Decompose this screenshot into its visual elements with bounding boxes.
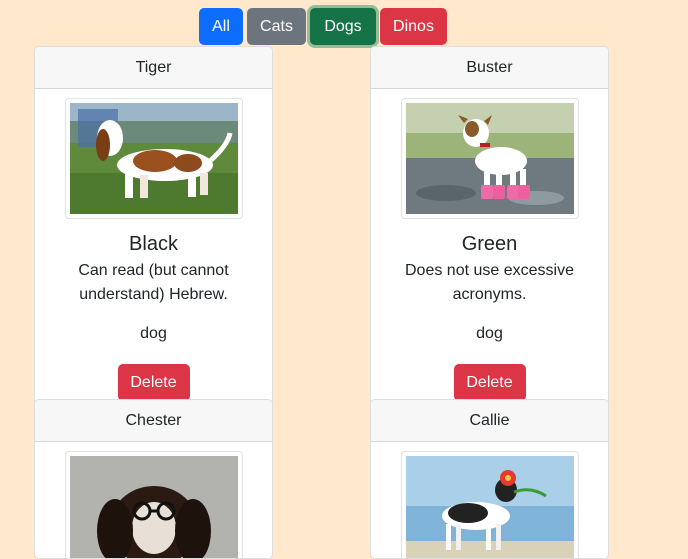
pet-photo xyxy=(69,456,238,558)
pet-card: Buster Green Does not use excessive acro… xyxy=(370,46,609,406)
card-header: Callie xyxy=(371,400,608,442)
delete-button[interactable]: Delete xyxy=(117,364,190,401)
pet-card: Chester xyxy=(34,399,273,559)
pet-card: Tiger Black Can read (but cannot underst… xyxy=(34,46,273,406)
card-header: Chester xyxy=(35,400,272,442)
pet-type: dog xyxy=(140,325,167,342)
pet-photo-frame xyxy=(400,98,579,219)
pet-description: Can read (but cannot understand) Hebrew. xyxy=(78,262,229,303)
pet-photo-frame xyxy=(64,98,243,219)
pet-photo-frame xyxy=(64,451,243,558)
pet-photo xyxy=(69,103,238,214)
pet-name: Black xyxy=(129,233,178,255)
filter-all-button[interactable]: All xyxy=(199,8,243,45)
pet-type: dog xyxy=(476,325,503,342)
pet-photo xyxy=(405,103,574,214)
filter-dinos-button[interactable]: Dinos xyxy=(380,8,447,45)
filter-bar: All Cats Dogs Dinos xyxy=(199,8,447,45)
filter-cats-button[interactable]: Cats xyxy=(247,8,306,45)
pet-card: Callie xyxy=(370,399,609,559)
card-header: Tiger xyxy=(35,47,272,89)
pet-description: Does not use excessive acronyms. xyxy=(405,262,574,303)
filter-dogs-button[interactable]: Dogs xyxy=(310,8,376,45)
delete-button[interactable]: Delete xyxy=(453,364,526,401)
pet-photo xyxy=(405,456,574,558)
pet-name: Green xyxy=(461,233,518,255)
pet-photo-frame xyxy=(400,451,579,558)
card-header: Buster xyxy=(371,47,608,89)
